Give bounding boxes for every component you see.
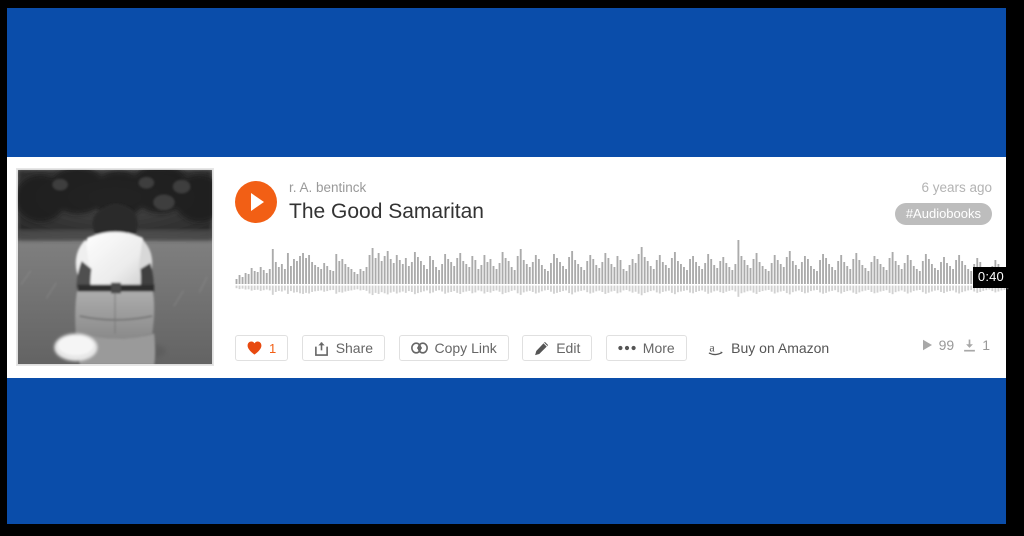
play-count-value: 99 (938, 337, 955, 353)
waveform[interactable]: 0:40 (235, 228, 1009, 300)
more-label: More (642, 340, 675, 356)
like-count: 1 (269, 340, 277, 356)
svg-text:a: a (710, 340, 716, 354)
play-small-icon (922, 339, 932, 351)
screenshot-frame: r. A. bentinck The Good Samaritan 6 year… (0, 0, 1024, 536)
buy-on-amazon-link[interactable]: a Buy on Amazon (708, 335, 829, 361)
upload-time: 6 years ago (921, 180, 992, 195)
play-count: 99 (922, 337, 955, 353)
share-icon (314, 341, 329, 356)
track-title[interactable]: The Good Samaritan (289, 198, 484, 226)
track-header-right: 6 years ago #Audiobooks (894, 179, 992, 225)
play-triangle-icon (251, 193, 264, 211)
artwork-photo (17, 169, 213, 365)
track-header: r. A. bentinck The Good Samaritan 6 year… (235, 179, 992, 233)
buy-label: Buy on Amazon (731, 340, 830, 356)
pencil-icon (534, 341, 549, 356)
edit-label: Edit (556, 340, 581, 356)
track-meta: r. A. bentinck The Good Samaritan (289, 179, 484, 226)
duration-badge: 0:40 (972, 267, 1009, 288)
artist-name[interactable]: r. A. bentinck (289, 179, 484, 196)
waveform-bars (235, 240, 1009, 297)
share-label: Share (335, 340, 374, 356)
link-icon (410, 342, 428, 354)
copy-link-button[interactable]: Copy Link (398, 335, 509, 361)
amazon-a-icon: a (708, 340, 724, 356)
track-stats: 99 1 (922, 337, 990, 353)
play-button[interactable] (235, 181, 277, 223)
ellipsis-icon (618, 345, 636, 351)
audio-player-card: r. A. bentinck The Good Samaritan 6 year… (7, 157, 1009, 378)
action-bar: 1 Share Copy Link Edit More a Buy on Ama… (235, 335, 992, 365)
track-artwork[interactable] (16, 168, 214, 366)
download-count-value: 1 (982, 337, 990, 353)
like-button[interactable]: 1 (235, 335, 289, 361)
download-icon (964, 339, 976, 352)
share-button[interactable]: Share (301, 335, 386, 361)
download-count: 1 (963, 337, 990, 353)
heart-icon (247, 341, 262, 355)
copy-link-label: Copy Link (434, 340, 497, 356)
edit-button[interactable]: Edit (522, 335, 593, 361)
tag-audiobooks[interactable]: #Audiobooks (894, 203, 992, 225)
more-button[interactable]: More (605, 335, 687, 361)
